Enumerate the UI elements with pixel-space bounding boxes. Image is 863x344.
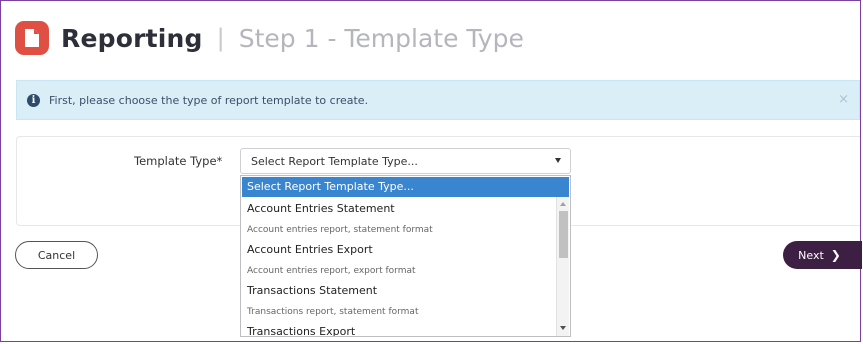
page-header: Reporting | Step 1 - Template Type: [15, 18, 524, 58]
close-icon[interactable]: ×: [838, 92, 849, 107]
document-icon: [15, 21, 49, 55]
page-title: Reporting: [61, 23, 203, 53]
select-value: Select Report Template Type...: [251, 154, 418, 168]
option-transactions-statement[interactable]: Transactions Statement: [242, 284, 555, 297]
option-account-entries-statement[interactable]: Account Entries Statement: [242, 202, 555, 215]
scroll-thumb[interactable]: [559, 211, 568, 258]
option-description: Transactions report, statement format: [247, 307, 419, 317]
option-account-entries-export[interactable]: Account Entries Export: [242, 243, 555, 256]
scroll-up-icon[interactable]: [560, 202, 566, 206]
alert-message: First, please choose the type of report …: [49, 93, 369, 107]
option-transactions-export[interactable]: Transactions Export: [242, 325, 555, 336]
dropdown-scrollbar[interactable]: [556, 197, 569, 336]
title-separator: |: [216, 24, 225, 52]
cancel-button[interactable]: Cancel: [15, 241, 98, 269]
step-title: Step 1 - Template Type: [238, 23, 524, 53]
info-icon: i: [27, 93, 40, 107]
caret-down-icon: [555, 158, 561, 163]
option-description: Account entries report, export format: [247, 266, 416, 276]
chevron-right-icon: ❯: [830, 248, 841, 262]
next-button-label: Next: [798, 248, 824, 262]
option-description: Account entries report, statement format: [247, 225, 433, 235]
scroll-down-icon[interactable]: [560, 326, 566, 330]
next-button[interactable]: Next ❯: [783, 241, 862, 269]
template-type-select[interactable]: Select Report Template Type...: [240, 148, 571, 174]
template-type-dropdown[interactable]: Select Report Template Type... Account E…: [240, 175, 571, 337]
info-alert: i First, please choose the type of repor…: [16, 80, 860, 120]
template-type-label: Template Type*: [134, 154, 223, 168]
option-select-placeholder[interactable]: Select Report Template Type...: [242, 177, 569, 197]
